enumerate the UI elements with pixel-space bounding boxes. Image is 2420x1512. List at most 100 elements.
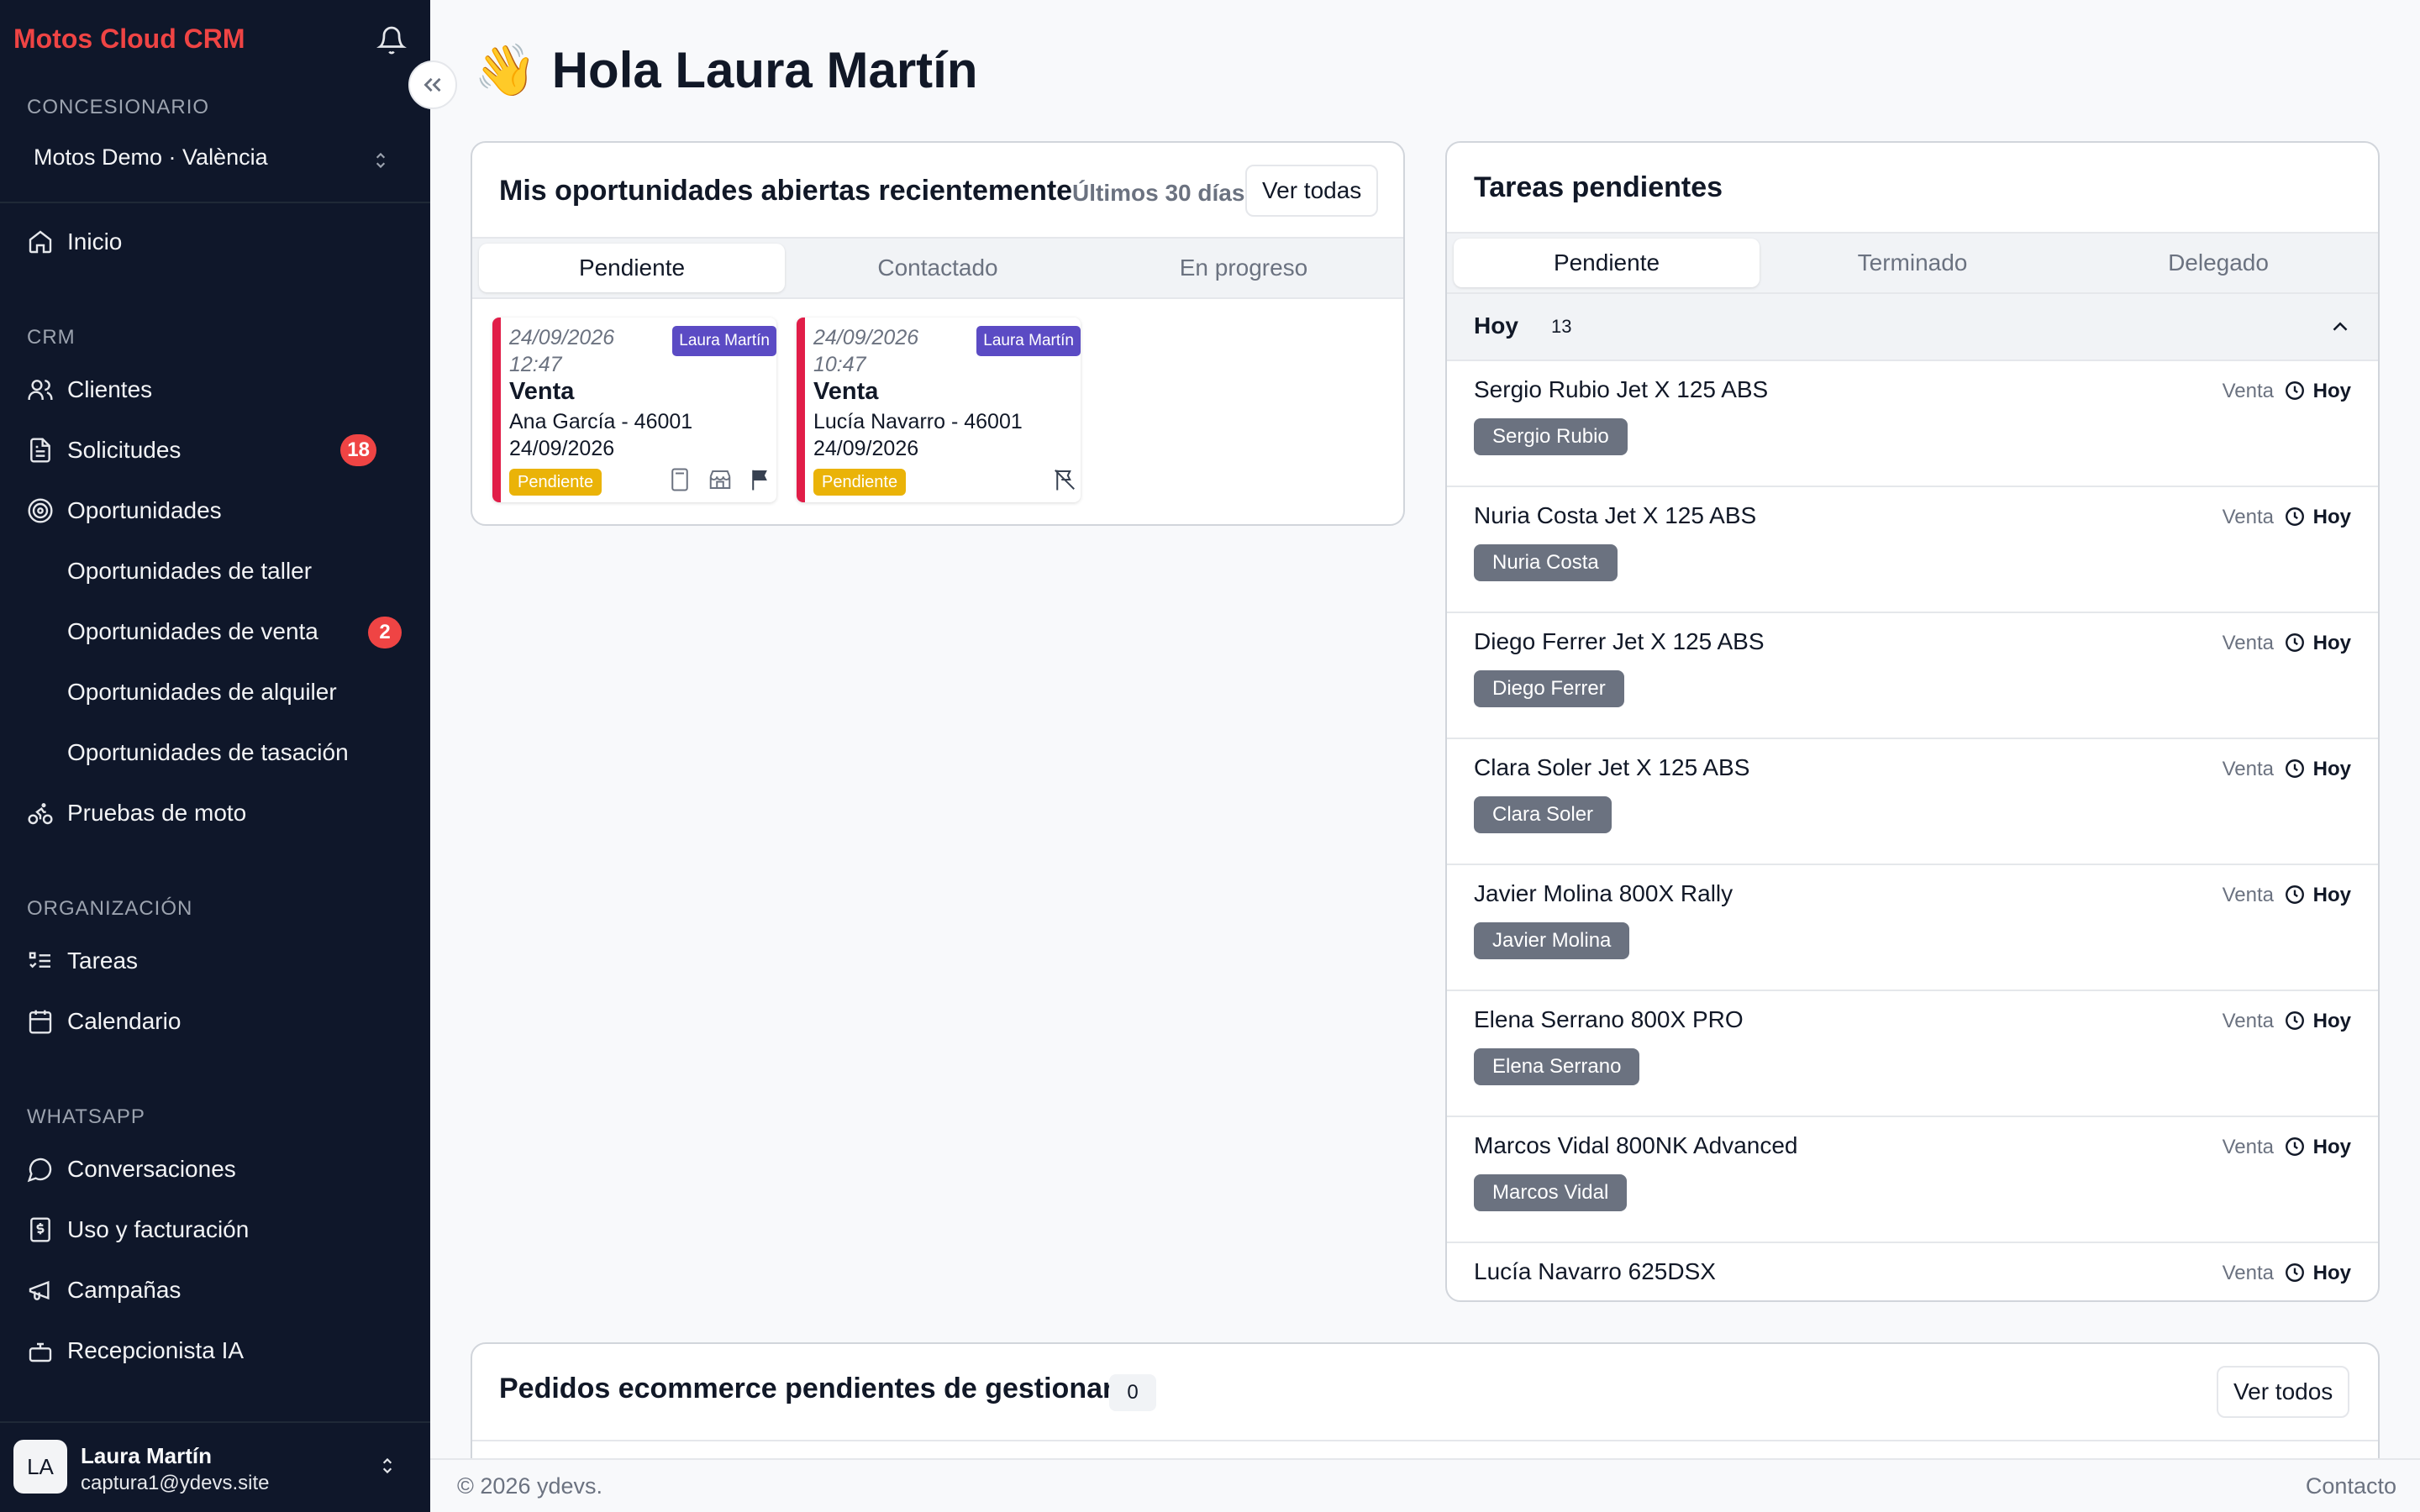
opportunity-client: Ana García - 46001 <box>509 410 693 433</box>
tab-delegated[interactable]: Delegado <box>2065 239 2371 287</box>
task-row[interactable]: Diego Ferrer Jet X 125 ABS Venta Hoy Die… <box>1447 612 2378 738</box>
client-chip[interactable]: Nuria Costa <box>1474 544 1618 581</box>
task-group-header[interactable]: Hoy 13 <box>1447 294 2378 360</box>
sidebar-item-label: Solicitudes <box>67 437 182 463</box>
task-due: Hoy <box>2312 380 2351 402</box>
task-type: Venta <box>2222 884 2274 906</box>
opportunity-card[interactable]: 24/09/2026 10:47 Laura Martín Venta Lucía… <box>797 318 1081 502</box>
receipt-dollar-icon <box>30 1217 50 1242</box>
user-menu[interactable]: LA Laura Martín captura1@ydevs.site <box>0 1421 430 1512</box>
collapse-sidebar-button[interactable] <box>408 60 457 109</box>
clock-icon <box>2286 1137 2304 1156</box>
view-all-opportunities-button[interactable]: Ver todas <box>1245 165 1379 217</box>
home-icon <box>29 230 52 254</box>
sidebar-item-clients[interactable]: Clientes <box>27 366 405 413</box>
clock-icon <box>2286 381 2304 400</box>
section-label-whatsapp: WHATSAPP <box>27 1105 145 1128</box>
sidebar-item-billing[interactable]: Uso y facturación <box>27 1206 405 1253</box>
calculator-icon <box>671 468 688 491</box>
owner-badge: Laura Martín <box>976 326 1081 356</box>
task-due: Hoy <box>2312 758 2351 780</box>
task-title: Diego Ferrer Jet X 125 ABS <box>1474 628 1765 654</box>
target-icon <box>28 498 53 523</box>
sidebar-item-conversations[interactable]: Conversaciones <box>27 1146 405 1193</box>
period-label: Últimos 30 días <box>1072 180 1245 206</box>
task-row[interactable]: Javier Molina 800X Rally Venta Hoy Javie… <box>1447 864 2378 990</box>
opportunity-card[interactable]: 24/09/2026 12:47 Laura Martín Venta Ana G… <box>492 318 776 502</box>
sidebar-item-home[interactable]: Inicio <box>27 218 405 265</box>
tab-contacted[interactable]: Contactado <box>785 244 1091 292</box>
user-name: Laura Martín <box>81 1443 213 1468</box>
sidebar-item-test-rides[interactable]: Pruebas de moto <box>27 790 405 837</box>
wave-emoji: 👋 <box>474 42 537 98</box>
divider <box>472 1440 2378 1441</box>
task-type: Venta <box>2222 1010 2274 1032</box>
sidebar-item-label: Recepcionista IA <box>67 1337 245 1363</box>
opportunity-date-text: 24/09/2026 <box>509 326 615 349</box>
client-chip[interactable]: Marcos Vidal <box>1474 1174 1628 1211</box>
task-row[interactable]: Lucía Navarro 625DSX Venta Hoy <box>1447 1242 2378 1300</box>
client-chip[interactable]: Clara Soler <box>1474 796 1612 833</box>
chevrons-left-icon <box>424 77 441 92</box>
tab-pending[interactable]: Pendiente <box>479 244 785 292</box>
task-title: Clara Soler Jet X 125 ABS <box>1474 754 1750 780</box>
task-type: Venta <box>2222 632 2274 654</box>
opportunity-time-text: 12:47 <box>509 353 562 376</box>
task-row[interactable]: Clara Soler Jet X 125 ABS Venta Hoy Clar… <box>1447 738 2378 864</box>
status-badge: Pendiente <box>813 469 907 496</box>
sidebar-item-opp-rental[interactable]: Oportunidades de alquiler <box>67 679 337 706</box>
sidebar-item-label: Uso y facturación <box>67 1216 250 1242</box>
sidebar-item-label: Pruebas de moto <box>67 800 247 826</box>
sidebar-item-label: Oportunidades <box>67 497 222 523</box>
sidebar-item-tasks[interactable]: Tareas <box>27 937 405 984</box>
opp-sale-count-badge: 2 <box>368 617 402 648</box>
orders-title: Pedidos ecommerce pendientes de gestiona… <box>499 1373 1114 1404</box>
task-row[interactable]: Elena Serrano 800X PRO Venta Hoy Elena S… <box>1447 990 2378 1116</box>
client-chip[interactable]: Sergio Rubio <box>1474 418 1628 455</box>
opportunity-tabs: Pendiente Contactado En progreso <box>472 237 1403 299</box>
task-title: Elena Serrano 800X PRO <box>1474 1006 1744 1032</box>
sidebar-item-campaigns[interactable]: Campañas <box>27 1267 405 1314</box>
flag-icon <box>752 470 767 491</box>
task-group-count: 13 <box>1551 316 1572 337</box>
sidebar-item-calendar[interactable]: Calendario <box>27 998 405 1045</box>
task-type: Venta <box>2222 1136 2274 1158</box>
tab-in-progress[interactable]: En progreso <box>1091 244 1397 292</box>
tab-finished[interactable]: Terminado <box>1760 239 2065 287</box>
dealer-select[interactable]: Motos Demo · València <box>34 144 395 171</box>
sidebar-item-ai-receptionist[interactable]: Recepcionista IA <box>27 1327 405 1374</box>
brand-logo[interactable]: Motos Cloud CRM <box>13 24 245 55</box>
copyright: © 2026 ydevs. <box>457 1473 602 1499</box>
clock-icon <box>2286 1011 2304 1030</box>
task-title: Nuria Costa Jet X 125 ABS <box>1474 502 1757 528</box>
opportunity-kind: Venta <box>813 378 879 405</box>
task-row[interactable]: Marcos Vidal 800NK Advanced Venta Hoy Ma… <box>1447 1116 2378 1242</box>
sidebar-item-opportunities[interactable]: Oportunidades <box>27 487 405 534</box>
sidebar-item-requests[interactable]: Solicitudes 18 <box>27 427 405 474</box>
opportunities-title: Mis oportunidades abiertas recientemente <box>499 175 1073 207</box>
document-icon <box>30 438 50 463</box>
bell-icon[interactable] <box>376 25 407 55</box>
sidebar-item-label: Clientes <box>67 376 153 402</box>
contact-link[interactable]: Contacto <box>2306 1473 2396 1499</box>
owner-badge: Laura Martín <box>672 326 776 356</box>
task-title: Javier Molina 800X Rally <box>1474 880 1733 906</box>
sidebar-item-opp-sale[interactable]: Oportunidades de venta <box>67 618 318 645</box>
client-chip[interactable]: Elena Serrano <box>1474 1048 1640 1085</box>
opportunity-icons <box>1052 467 1077 492</box>
task-due: Hoy <box>2312 506 2351 528</box>
task-row[interactable]: Sergio Rubio Jet X 125 ABS Venta Hoy Ser… <box>1447 360 2378 486</box>
flag-off-icon <box>1055 470 1075 491</box>
opportunity-icons <box>667 467 773 492</box>
view-all-orders-button[interactable]: Ver todos <box>2217 1366 2350 1418</box>
calendar-icon <box>29 1010 52 1034</box>
sidebar-item-opp-appraisal[interactable]: Oportunidades de tasación <box>67 739 349 766</box>
user-email: captura1@ydevs.site <box>81 1472 270 1494</box>
client-chip[interactable]: Javier Molina <box>1474 922 1630 959</box>
tab-pending[interactable]: Pendiente <box>1454 239 1760 287</box>
chevron-up-down-icon <box>376 152 386 169</box>
client-chip[interactable]: Diego Ferrer <box>1474 670 1624 707</box>
sidebar-item-opp-workshop[interactable]: Oportunidades de taller <box>67 558 312 585</box>
task-row[interactable]: Nuria Costa Jet X 125 ABS Venta Hoy Nuri… <box>1447 486 2378 612</box>
page-title: 👋 Hola Laura Martín <box>474 40 977 100</box>
